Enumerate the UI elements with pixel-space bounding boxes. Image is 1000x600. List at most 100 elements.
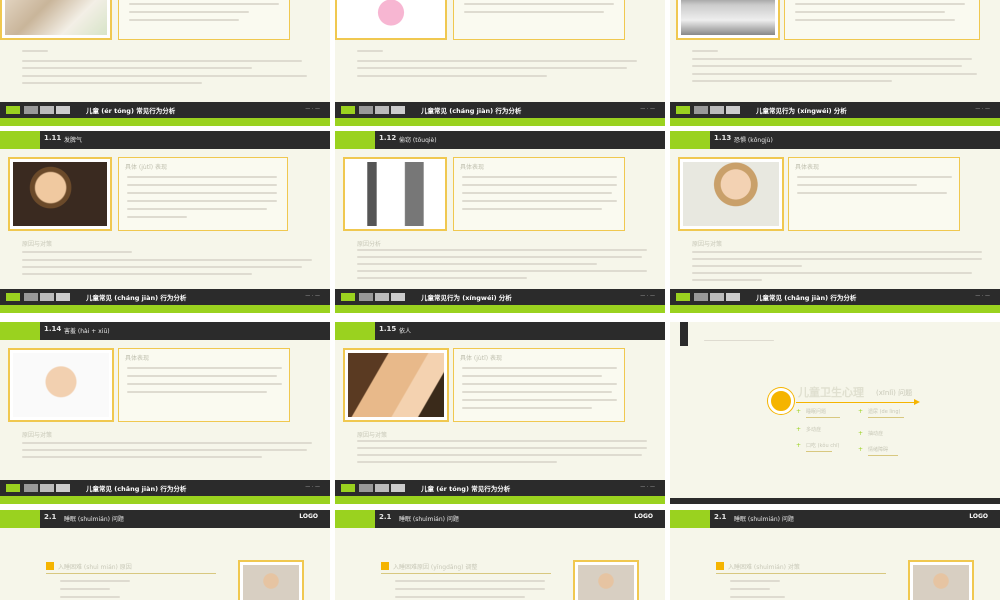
section-title: 恐惧 (kǒngjù) [734,137,773,144]
slide-image [676,0,780,40]
footer-green [0,118,330,126]
logo: LOGO [969,513,988,520]
slide-r2c0: 1.14 害羞 (hài + xiū) 具体表现 原因与对策 儿童常见 (chǎ… [0,322,330,504]
header-bar: 1.11 发脾气 [0,131,330,149]
box-title: 入睡困难 (shuìmián) 对策 [728,564,800,571]
slide-r3c1: 2.1 睡眠 (shuìmián) 问题 LOGO 入睡困难原因 (yīngdā… [335,510,665,600]
footer-green [670,118,1000,126]
slide-r0c1: 儿童常见 (cháng jiàn) 行为分析 — · — [335,0,665,126]
topic-item: 抽动症 [868,431,884,437]
text-box: 具体表现 [118,348,290,422]
child-shy-image [8,348,114,422]
child-fear-image [678,157,784,231]
section-title: 睡眠 (shuìmián) 问题 [64,516,124,523]
text-box: 具体表现 [453,157,625,231]
slide-r3c0: 2.1 睡眠 (shuìmián) 问题 LOGO 入睡困难 (shuì miá… [0,510,330,600]
header-bar: 1.13 恐惧 (kǒngjù) [670,131,1000,149]
section-title: 依人 [399,328,412,335]
slide-r1c2: 1.13 恐惧 (kǒngjù) 具体表现 原因与对策 儿童常见 (chǎng … [670,131,1000,313]
box-title: 具体表现 [125,355,150,362]
section-number: 2.1 [379,513,392,521]
section-circle-icon [768,388,794,414]
header-bar: 2.1 睡眠 (shuìmián) 问题 LOGO [0,510,330,528]
footer-bar: 儿童常见行为 (xíngwéi) 分析 — · — [670,102,1000,118]
logo: LOGO [299,513,318,520]
footer-title: 儿童常见 (cháng jiàn) 行为分析 [86,294,187,302]
footer-bar: 儿童 (ér tóng) 常见行为分析 — · — [335,480,665,496]
text-box [118,0,290,40]
slide-r0c0: 儿童 (ér tóng) 常见行为分析 — · — [0,0,330,126]
header-bar: 2.1 睡眠 (shuìmián) 问题 LOGO [335,510,665,528]
mother-child-image [343,348,449,422]
section-title: 睡眠 (shuìmián) 问题 [734,516,794,523]
section-title: 睡眠 (shuìmián) 问题 [399,516,459,523]
topic-item: 情绪障碍 [868,447,889,453]
text-box: 具体 (jùtǐ) 表现 [453,348,625,422]
section-label: 原因分析 [357,241,382,248]
header-bar: 2.1 睡眠 (shuìmián) 问题 LOGO [670,510,1000,528]
section-title: 偷窃 (tōuqiè) [399,137,437,144]
section-label: 原因与对策 [357,432,388,439]
section-number: 1.12 [379,134,397,142]
header-bar: 1.15 依人 [335,322,665,340]
footer-title: 儿童常见行为 (xíngwéi) 分析 [421,294,512,302]
section-heading-suffix: (xīnlǐ) 问题 [876,389,913,397]
topic-item: 口吃 (kǒu chī) [806,443,840,449]
header-bar: 1.14 害羞 (hài + xiū) [0,322,330,340]
section-number: 1.14 [44,325,62,333]
slide-r1c0: 1.11 发脾气 具体 (jùtǐ) 表现 原因与对策 儿童常见 (cháng … [0,131,330,313]
box-title: 具体表现 [795,164,820,171]
text-box: 具体表现 [788,157,960,231]
section-title: 发脾气 [64,137,83,144]
footer-green [335,496,665,504]
bullet-square-icon [381,562,389,570]
section-number: 2.1 [44,513,57,521]
section-number: 2.1 [714,513,727,521]
section-number: 1.13 [714,134,732,142]
footer-green [335,305,665,313]
text-box [453,0,625,40]
footer-title: 儿童常见 (cháng jiàn) 行为分析 [421,107,522,115]
slide-r2c2-section-divider: 儿童卫生心理 (xīnlǐ) 问题 + 睡眠问题 + 多动症 + 口吃 (kǒu… [670,322,1000,504]
slide-r0c2: 儿童常见行为 (xíngwéi) 分析 — · — [670,0,1000,126]
sleeping-baby-image [238,560,304,600]
section-label: 原因与对策 [22,432,53,439]
section-label: 原因与对策 [22,241,53,248]
footer-title: 儿童常见 (chǎng jiàn) 行为分析 [756,294,857,302]
footer-bar: 儿童常见 (cháng jiàn) 行为分析 — · — [0,289,330,305]
section-number: 1.15 [379,325,397,333]
logo: LOGO [634,513,653,520]
footer-green [670,305,1000,313]
text-box [784,0,980,40]
slide-r3c2: 2.1 睡眠 (shuìmián) 问题 LOGO 入睡困难 (shuìmián… [670,510,1000,600]
topic-item: 多动症 [806,427,822,433]
footer-green [0,496,330,504]
topic-item: 遗尿 (de lìng) [868,409,901,415]
box-title: 具体 (jùtǐ) 表现 [125,164,167,171]
text-box: 具体 (jùtǐ) 表现 [118,157,288,231]
footer-bar: 儿童常见 (cháng jiàn) 行为分析 — · — [335,102,665,118]
footer-bar: 儿童 (ér tóng) 常见行为分析 — · — [0,102,330,118]
section-heading: 儿童卫生心理 [798,386,864,399]
footer-bar: 儿童常见行为 (xíngwéi) 分析 — · — [335,289,665,305]
header-bar: 1.12 偷窃 (tōuqiè) [335,131,665,149]
box-title: 具体表现 [460,164,485,171]
footer-bar: 儿童常见 (chǎng jiàn) 行为分析 — · — [670,289,1000,305]
section-number: 1.11 [44,134,62,142]
slide-image [335,0,447,40]
slide-image [0,0,112,40]
section-title: 害羞 (hài + xiū) [64,328,110,335]
sleeping-baby-image [908,560,974,600]
child-angry-image [8,157,112,231]
footer-green [0,305,330,313]
footer-bar: 儿童常见 (chǎng jiàn) 行为分析 — · — [0,480,330,496]
sleeping-baby-image [573,560,639,600]
footer-title: 儿童 (ér tóng) 常见行为分析 [421,485,511,493]
box-title: 入睡困难原因 (yīngdāng) 调整 [393,564,478,571]
footer-title: 儿童 (ér tóng) 常见行为分析 [86,107,176,115]
slide-r2c1: 1.15 依人 具体 (jùtǐ) 表现 原因与对策 儿童 (ér tóng) … [335,322,665,504]
box-title: 具体 (jùtǐ) 表现 [460,355,502,362]
slide-r1c1: 1.12 偷窃 (tōuqiè) 具体表现 原因分析 儿童常见行为 (xíngw… [335,131,665,313]
box-title: 入睡困难 (shuì mián) 原因 [58,564,132,571]
bullet-square-icon [716,562,724,570]
